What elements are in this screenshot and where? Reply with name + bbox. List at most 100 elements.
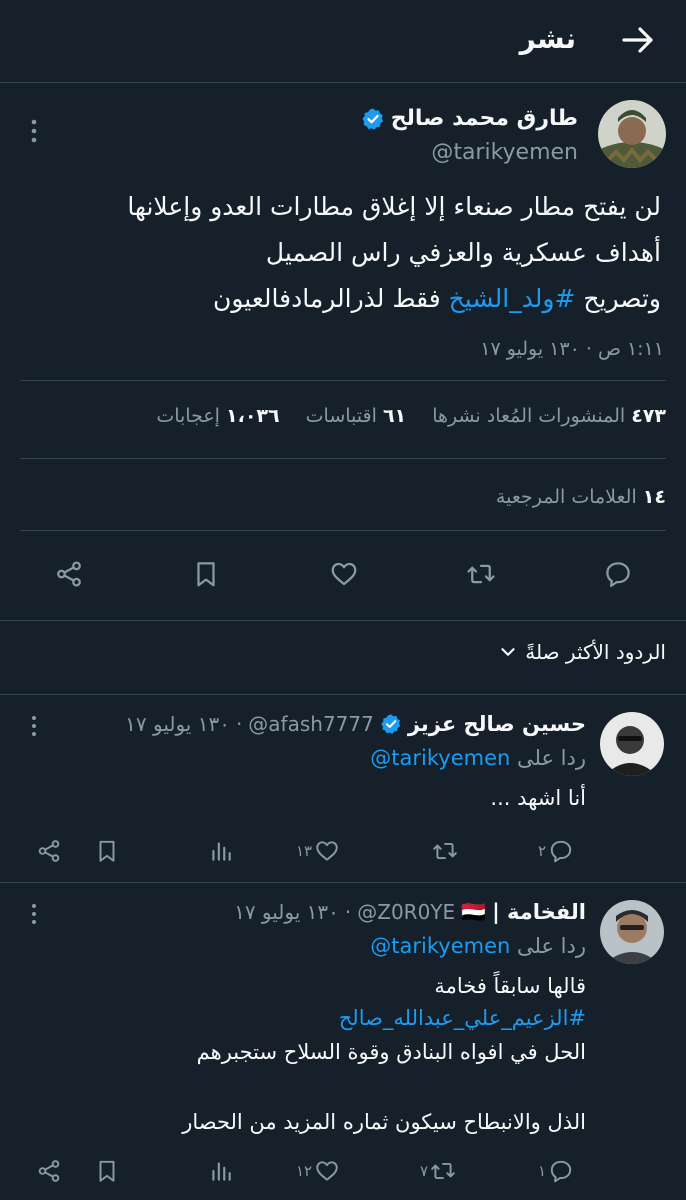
bookmark-action[interactable] [94, 1158, 120, 1184]
divider [0, 82, 686, 83]
hashtag-link[interactable]: #ولد_الشيخ [449, 284, 576, 313]
reply-text-line: الذل والانبطاح سيكون ثماره المزيد من الح… [182, 1110, 586, 1134]
reply-count: ١ [538, 1162, 547, 1180]
replies-sort-dropdown[interactable]: الردود الأكثر صلةً [497, 640, 666, 664]
share-icon[interactable] [49, 554, 89, 594]
repost-icon [432, 838, 458, 864]
avatar[interactable] [598, 100, 666, 168]
repost-action[interactable]: ٧ [420, 1158, 456, 1184]
share-icon [36, 838, 62, 864]
views-action[interactable] [208, 1158, 234, 1184]
like-action[interactable]: ١٢ [296, 1158, 340, 1184]
divider [20, 380, 666, 381]
arrow-right-icon[interactable] [618, 20, 658, 60]
author-name-row[interactable]: طارق محمد صالح [361, 106, 578, 131]
reply-date[interactable]: ١٣٠ يوليو ١٧ [125, 712, 230, 736]
more-vertical-icon[interactable] [22, 712, 46, 740]
share-icon [36, 1158, 62, 1184]
reposts-stat[interactable]: ٤٧٣ المنشورات المُعاد نشرها [432, 405, 666, 427]
reply-date[interactable]: ١٣٠ يوليو ١٧ [234, 900, 339, 924]
reposts-label: المنشورات المُعاد نشرها [432, 405, 626, 427]
divider [0, 620, 686, 621]
more-vertical-icon[interactable] [22, 117, 46, 145]
reply-icon[interactable] [598, 554, 638, 594]
page-title: نشر [519, 22, 576, 55]
bookmarks-label: العلامات المرجعية [495, 486, 637, 508]
reply-icon [548, 1158, 574, 1184]
likes-stat[interactable]: ١،٠٣٦ إعجابات [156, 405, 279, 427]
bookmark-icon [94, 838, 120, 864]
repost-icon [430, 1158, 456, 1184]
likes-label: إعجابات [156, 405, 220, 427]
reply-to-label: ردا على [517, 934, 586, 958]
heart-icon [314, 838, 340, 864]
tweet-line: لن يفتح مطار صنعاء إلا إغلاق مطارات العد… [127, 192, 661, 221]
tweet-line: أهداف عسكرية والعزفي راس الصميل [265, 238, 661, 267]
reply-action[interactable]: ١ [538, 1158, 574, 1184]
reply-text-line: الحل في افواه البنادق وقوة السلاح ستجبره… [196, 1040, 586, 1064]
sort-label: الردود الأكثر صلةً [525, 640, 666, 664]
bookmarks-stat[interactable]: ١٤ العلامات المرجعية [496, 486, 666, 508]
quotes-count: ٦١ [382, 405, 407, 427]
reply-author-handle[interactable]: @Z0R0YE [357, 900, 455, 924]
quotes-stat[interactable]: ٦١ اقتباسات [306, 405, 406, 427]
views-icon [208, 1158, 234, 1184]
reply-text-segment: قالها سابقاً فخامة [434, 974, 586, 998]
reply-count: ٢ [538, 842, 547, 860]
quotes-label: اقتباسات [305, 405, 377, 427]
tweet-timestamp[interactable]: ١:١١ ص · ١٣٠ يوليو ١٧ [480, 338, 664, 360]
bookmark-icon[interactable] [186, 554, 226, 594]
divider [20, 530, 666, 531]
views-action[interactable] [208, 838, 234, 864]
reply-text: أنا اشهد ... [490, 786, 586, 810]
top-bar: نشر [0, 0, 686, 82]
verified-badge-icon [361, 107, 385, 131]
tweet-text-segment: وتصريح [575, 284, 661, 313]
share-action[interactable] [36, 838, 62, 864]
share-action[interactable] [36, 1158, 62, 1184]
avatar[interactable] [600, 900, 664, 964]
tweet-text: لن يفتح مطار صنعاء إلا إغلاق مطارات العد… [21, 184, 661, 322]
divider [20, 458, 666, 459]
reply-header: الفخامة | 🇾🇪 @Z0R0YE · ١٣٠ يوليو ١٧ [234, 900, 586, 924]
repost-icon[interactable] [461, 554, 501, 594]
reply-icon [548, 838, 574, 864]
flag-emoji: 🇾🇪 [461, 900, 487, 924]
bookmarks-count: ١٤ [642, 486, 666, 508]
reply-to-handle[interactable]: @tarikyemen [370, 746, 510, 770]
separator-dot: · [344, 900, 352, 924]
repost-action[interactable] [430, 838, 458, 864]
like-count: ١٣ [296, 842, 313, 860]
heart-icon[interactable] [324, 554, 364, 594]
reply-to-label: ردا على [517, 746, 586, 770]
reply-to-line: ردا على @tarikyemen [370, 746, 586, 770]
reply-to-handle[interactable]: @tarikyemen [370, 934, 510, 958]
views-icon [208, 838, 234, 864]
hashtag-link[interactable]: #الزعيم_علي_عبدالله_صالح [339, 1006, 586, 1030]
reply-text: قالها سابقاً فخامة #الزعيم_علي_عبدالله_ص… [339, 970, 586, 1034]
chevron-down-icon [497, 641, 519, 663]
reply-action[interactable]: ٢ [538, 838, 574, 864]
tweet-actions [0, 548, 686, 604]
author-handle[interactable]: @tarikyemen [431, 140, 578, 165]
tweet-line: وتصريح #ولد_الشيخ فقط لذرالرمادفالعيون [21, 276, 661, 322]
author-name[interactable]: طارق محمد صالح [391, 106, 578, 131]
reply-to-line: ردا على @tarikyemen [370, 934, 586, 958]
bookmark-action[interactable] [94, 838, 120, 864]
reply-author-name[interactable]: الفخامة | [492, 900, 586, 924]
reply-author-handle[interactable]: @afash7777 [248, 712, 374, 736]
like-count: ١٢ [296, 1162, 313, 1180]
like-action[interactable]: ١٣ [296, 838, 340, 864]
divider [0, 882, 686, 883]
likes-count: ١،٠٣٦ [226, 405, 280, 427]
reposts-count: ٤٧٣ [631, 405, 666, 427]
avatar[interactable] [600, 712, 664, 776]
divider [0, 694, 686, 695]
bookmark-icon [94, 1158, 120, 1184]
verified-badge-icon [380, 713, 402, 735]
separator-dot: · [235, 712, 243, 736]
tweet-text-segment: فقط لذرالرمادفالعيون [213, 284, 449, 313]
engagement-stats: ٤٧٣ المنشورات المُعاد نشرها ٦١ اقتباسات … [156, 405, 666, 427]
more-vertical-icon[interactable] [22, 900, 46, 928]
reply-author-name[interactable]: حسين صالح عزيز [408, 712, 586, 736]
